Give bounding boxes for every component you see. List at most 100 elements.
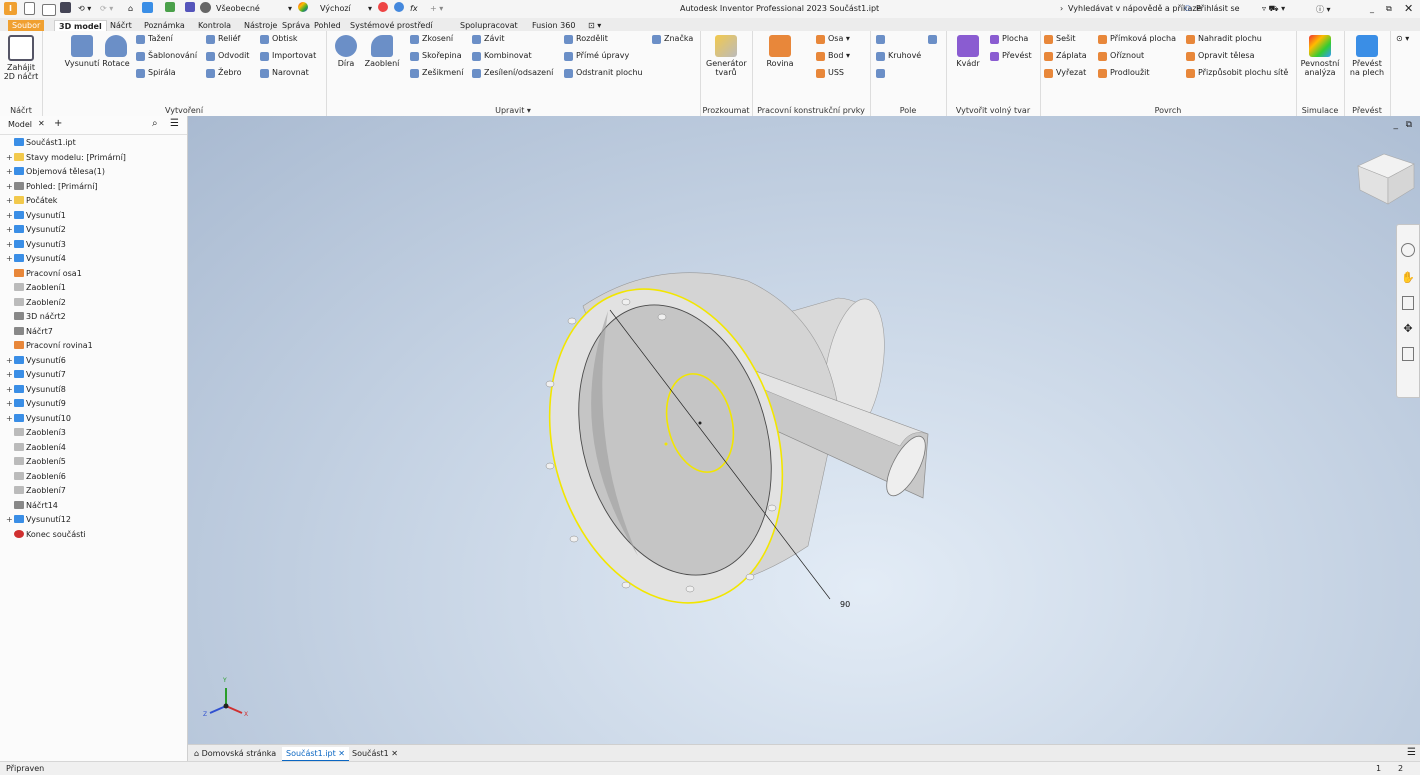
expand-icon[interactable]: + — [6, 223, 14, 236]
browser-add-icon[interactable]: + — [54, 118, 62, 129]
thread-button[interactable]: Závit — [472, 33, 504, 45]
coil-button[interactable]: Spirála — [136, 67, 176, 79]
browser-item[interactable]: Náčrt7 — [6, 325, 53, 338]
tab-file[interactable]: Soubor — [8, 20, 45, 31]
open-icon[interactable] — [42, 4, 56, 16]
browser-item[interactable]: Součást1.ipt — [6, 136, 76, 149]
ruled-surface-button[interactable]: Přímková plocha — [1098, 33, 1176, 45]
browser-item[interactable]: Pracovní osa1 — [6, 267, 82, 280]
browser-item[interactable]: Zaoblení7 — [6, 484, 66, 497]
doc-tab-close-icon[interactable]: ✕ — [338, 749, 345, 758]
start-sketch-button[interactable]: Zahájit 2D náčrt — [1, 35, 41, 81]
look-at-icon[interactable] — [1402, 347, 1414, 361]
undo-icon[interactable]: ⟲ ▾ — [78, 4, 91, 13]
update-icon[interactable] — [142, 2, 153, 13]
graphics-viewport[interactable]: 90 Y X Z _ ⧉ ✋ ✥ — [188, 116, 1420, 744]
combine-button[interactable]: Kombinovat — [472, 50, 532, 62]
tab-manage[interactable]: Správa — [278, 20, 314, 31]
browser-item[interactable]: Konec součásti — [6, 528, 86, 541]
tab-view[interactable]: Pohled — [310, 20, 345, 31]
orbit-icon[interactable]: ✥ — [1397, 322, 1419, 335]
expand-icon[interactable]: + — [6, 194, 14, 207]
sweep-button[interactable]: Tažení — [136, 33, 173, 45]
redo-icon[interactable]: ⟳ ▾ — [100, 4, 113, 13]
doc-tab-part1[interactable]: Součást1 ✕ — [348, 747, 402, 760]
browser-item[interactable]: Zaoblení2 — [6, 296, 66, 309]
appearance-icon[interactable] — [298, 2, 308, 12]
cart-icon[interactable]: ▿ ⛟ ▾ — [1262, 4, 1285, 14]
clear-override-icon[interactable] — [394, 2, 404, 12]
new-icon[interactable] — [24, 2, 35, 15]
expand-icon[interactable]: + — [6, 252, 14, 265]
chamfer-button[interactable]: Zkosení — [410, 33, 453, 45]
box-button[interactable]: Kvádr — [948, 35, 988, 68]
unwrap-button[interactable]: Narovnat — [260, 67, 309, 79]
tab-inspect[interactable]: Kontrola — [194, 20, 235, 31]
customize-icon[interactable]: + ▾ — [430, 4, 443, 13]
browser-item[interactable]: + Vysunutí4 — [6, 252, 66, 265]
patch-button[interactable]: Záplata — [1044, 50, 1087, 62]
emboss-button[interactable]: Reliéf — [206, 33, 240, 45]
save-icon[interactable] — [60, 2, 71, 13]
ucs-button[interactable]: USS — [816, 67, 844, 79]
point-button[interactable]: Bod ▾ — [816, 50, 850, 62]
browser-item[interactable]: + Vysunutí12 — [6, 513, 71, 526]
browser-close-icon[interactable]: ✕ — [38, 119, 45, 128]
help-search-input[interactable]: Vyhledávat v nápovědě a příkaze — [1068, 4, 1201, 13]
browser-item[interactable]: 3D náčrt2 — [6, 310, 66, 323]
browser-item[interactable]: Zaoblení4 — [6, 441, 66, 454]
measure-icon[interactable] — [185, 2, 195, 12]
tab-sketch[interactable]: Náčrt — [106, 20, 136, 31]
view-cube[interactable] — [1357, 153, 1415, 205]
browser-item[interactable]: Zaoblení1 — [6, 281, 66, 294]
zoom-icon[interactable] — [1402, 296, 1414, 310]
sign-in-link[interactable]: Přihlásit se — [1196, 4, 1240, 13]
material-icon[interactable] — [200, 2, 211, 13]
help-icon[interactable]: ⓘ ▾ — [1316, 4, 1331, 15]
trim-button[interactable]: Oříznout — [1098, 50, 1144, 62]
browser-tab-model[interactable]: Model — [8, 120, 32, 129]
draft-button[interactable]: Zešikmení — [410, 67, 463, 79]
dimension-label[interactable]: 90 — [840, 600, 850, 609]
repair-bodies-button[interactable]: Opravit tělesa — [1186, 50, 1254, 62]
select-icon[interactable] — [165, 2, 175, 12]
derive-button[interactable]: Odvodit — [206, 50, 249, 62]
mirror-button[interactable] — [928, 33, 940, 45]
direct-edit-button[interactable]: Přímé úpravy — [564, 50, 629, 62]
replace-face-button[interactable]: Nahradit plochu — [1186, 33, 1262, 45]
tab-annotate[interactable]: Poznámka — [140, 20, 189, 31]
browser-item[interactable]: Zaoblení5 — [6, 455, 66, 468]
doc-tab-home[interactable]: ⌂ Domovská stránka — [190, 747, 280, 760]
search-expand-icon[interactable]: › — [1060, 4, 1063, 13]
browser-item[interactable]: Zaoblení6 — [6, 470, 66, 483]
doc-tabs-menu-icon[interactable]: ☰ — [1407, 747, 1416, 758]
expand-icon[interactable]: + — [6, 180, 14, 193]
hole-button[interactable]: Díra — [326, 35, 366, 68]
doc-tab-part1-active[interactable]: Součást1.ipt ✕ — [282, 747, 349, 762]
parameters-icon[interactable]: fx — [410, 4, 418, 13]
browser-item[interactable]: + Vysunutí10 — [6, 412, 71, 425]
loft-button[interactable]: Šablonování — [136, 50, 197, 62]
model-canvas[interactable]: 90 Y X Z — [188, 116, 1420, 744]
sketch-pattern-button[interactable] — [876, 67, 888, 79]
expand-icon[interactable]: + — [6, 397, 14, 410]
expand-icon[interactable]: + — [6, 165, 14, 178]
extend-button[interactable]: Prodloužit — [1098, 67, 1150, 79]
inventor-logo-icon[interactable]: I — [4, 2, 17, 15]
material-dropdown-arrow-icon[interactable]: ▾ — [288, 4, 292, 13]
browser-search-icon[interactable]: ⌕ — [152, 118, 158, 129]
rect-pattern-button[interactable] — [876, 33, 888, 45]
stress-analysis-button[interactable]: Pevnostní analýza — [1300, 35, 1340, 77]
pan-icon[interactable]: ✋ — [1397, 271, 1419, 284]
browser-item[interactable]: + Vysunutí6 — [6, 354, 66, 367]
plane-button[interactable]: Rovina — [760, 35, 800, 68]
restore-icon[interactable]: ⧉ — [1386, 4, 1392, 14]
tab-more-icon[interactable]: ⊡ ▾ — [584, 20, 605, 31]
face-button[interactable]: Plocha — [990, 33, 1028, 45]
mark-button[interactable]: Značka — [652, 33, 693, 45]
ribbon-options-icon[interactable]: ⊙ ▾ — [1396, 33, 1409, 45]
expand-icon[interactable]: + — [6, 368, 14, 381]
shape-generator-button[interactable]: Generátor tvarů — [706, 35, 747, 77]
browser-item[interactable]: Zaoblení3 — [6, 426, 66, 439]
color-override-icon[interactable] — [378, 2, 388, 12]
